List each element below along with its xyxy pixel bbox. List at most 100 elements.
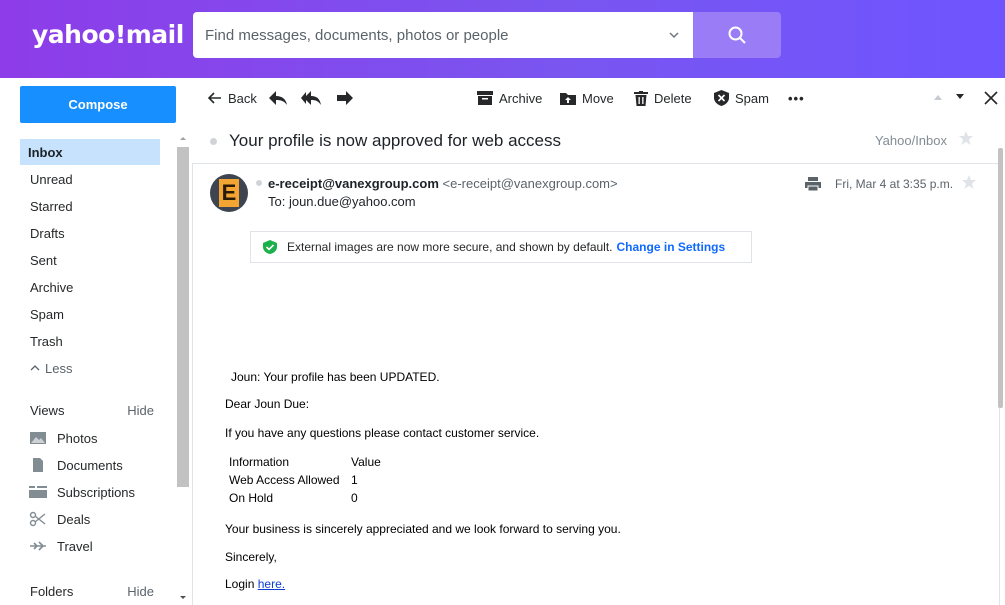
view-item-label: Documents bbox=[57, 457, 123, 473]
previous-message-icon[interactable] bbox=[932, 93, 944, 101]
archive-button[interactable]: Archive bbox=[477, 88, 542, 108]
message-scrollbar[interactable] bbox=[998, 140, 1003, 605]
sidebar-item-drafts[interactable]: Drafts bbox=[20, 220, 160, 246]
views-section-header: Views Hide bbox=[30, 400, 154, 420]
spam-button[interactable]: Spam bbox=[714, 88, 769, 108]
print-icon[interactable] bbox=[805, 177, 821, 191]
message-subject: Your profile is now approved for web acc… bbox=[229, 131, 561, 150]
change-in-settings-link[interactable]: Change in Settings bbox=[617, 240, 726, 254]
views-hide-button[interactable]: Hide bbox=[127, 403, 154, 418]
next-message-icon[interactable] bbox=[954, 93, 966, 101]
message-date: Fri, Mar 4 at 3:35 p.m. bbox=[835, 177, 954, 191]
reply-icon[interactable] bbox=[268, 90, 288, 106]
views-title: Views bbox=[30, 402, 65, 418]
back-label: Back bbox=[228, 90, 257, 106]
sidebar-item-starred[interactable]: Starred bbox=[20, 193, 160, 219]
view-item-travel[interactable]: Travel bbox=[28, 535, 93, 557]
avatar-letter: E bbox=[219, 179, 239, 207]
recipient: To: joun.due@yahoo.com bbox=[268, 194, 416, 209]
sidebar-scrollbar[interactable] bbox=[176, 133, 190, 603]
table-row: On Hold 0 bbox=[229, 491, 358, 505]
app-header: yahoo!mail bbox=[0, 0, 1005, 78]
reply-all-icon[interactable] bbox=[300, 90, 322, 106]
more-button[interactable]: ••• bbox=[788, 88, 805, 108]
table-cell: Information bbox=[229, 455, 290, 469]
compose-button[interactable]: Compose bbox=[20, 86, 176, 123]
table-cell: Value bbox=[351, 455, 381, 469]
move-label: Move bbox=[582, 90, 614, 106]
login-link[interactable]: here. bbox=[258, 577, 285, 591]
search-input[interactable] bbox=[205, 12, 655, 58]
body-headline: Joun: Your profile has been UPDATED. bbox=[231, 370, 440, 384]
sidebar: Compose Inbox Unread Starred Drafts Sent… bbox=[0, 78, 192, 605]
delete-button[interactable]: Delete bbox=[634, 88, 692, 108]
sidebar-scroll-thumb[interactable] bbox=[177, 147, 189, 487]
view-item-documents[interactable]: Documents bbox=[28, 454, 123, 476]
body-closing: Sincerely, bbox=[225, 550, 277, 564]
sidebar-item-spam[interactable]: Spam bbox=[20, 301, 160, 327]
message-scroll-thumb[interactable] bbox=[998, 148, 1003, 408]
body-greeting: Dear Joun Due: bbox=[225, 397, 310, 411]
sender-name[interactable]: e-receipt@vanexgroup.com bbox=[268, 176, 439, 191]
sidebar-item-unread[interactable]: Unread bbox=[20, 166, 160, 192]
sidebar-item-sent[interactable]: Sent bbox=[20, 247, 160, 273]
sidebar-item-archive[interactable]: Archive bbox=[20, 274, 160, 300]
sidebar-item-trash[interactable]: Trash bbox=[20, 328, 160, 354]
view-item-label: Subscriptions bbox=[57, 484, 136, 500]
sidebar-item-inbox[interactable]: Inbox bbox=[20, 139, 160, 165]
subject-row: Your profile is now approved for web acc… bbox=[192, 122, 1005, 162]
archive-label: Archive bbox=[499, 90, 543, 106]
table-row: Web Access Allowed 1 bbox=[229, 473, 358, 487]
sender-status-dot bbox=[256, 180, 262, 186]
view-item-label: Travel bbox=[57, 538, 93, 554]
shield-icon bbox=[714, 90, 729, 106]
table-cell: Web Access Allowed bbox=[229, 473, 340, 487]
deals-icon bbox=[28, 511, 48, 527]
close-icon[interactable] bbox=[984, 91, 998, 105]
folders-section-header: Folders Hide bbox=[30, 581, 154, 601]
view-item-deals[interactable]: Deals bbox=[28, 508, 90, 530]
spam-label: Spam bbox=[735, 90, 769, 106]
delete-label: Delete bbox=[654, 90, 692, 106]
table-row: Information Value bbox=[229, 455, 381, 469]
body-appreciation: Your business is sincerely appreciated a… bbox=[225, 522, 621, 536]
folders-title: Folders bbox=[30, 583, 74, 599]
folders-hide-button[interactable]: Hide bbox=[127, 584, 154, 599]
unread-dot[interactable] bbox=[210, 138, 217, 145]
back-button[interactable]: Back bbox=[208, 88, 257, 108]
subscriptions-icon bbox=[28, 484, 48, 500]
table-cell: 0 bbox=[351, 491, 358, 505]
search-box bbox=[193, 12, 693, 58]
forward-icon[interactable] bbox=[336, 90, 354, 106]
login-prefix: Login bbox=[225, 577, 255, 591]
sender-address: <e-receipt@vanexgroup.com> bbox=[442, 176, 618, 191]
external-images-notice: External images are now more secure, and… bbox=[250, 231, 752, 263]
archive-icon bbox=[477, 91, 493, 105]
chevron-down-icon[interactable] bbox=[667, 28, 681, 42]
view-item-photos[interactable]: Photos bbox=[28, 427, 97, 449]
arrow-left-icon bbox=[208, 92, 221, 104]
scroll-up-icon[interactable] bbox=[176, 133, 190, 143]
message-pane: E e-receipt@vanexgroup.com <e-receipt@va… bbox=[192, 163, 1000, 605]
search-button[interactable] bbox=[693, 12, 781, 58]
message-folder: Yahoo/Inbox bbox=[874, 133, 947, 148]
star-icon[interactable] bbox=[958, 130, 974, 146]
sender-line: e-receipt@vanexgroup.com <e-receipt@vane… bbox=[268, 176, 618, 191]
notice-text: External images are now more secure, and… bbox=[287, 240, 613, 254]
search-icon bbox=[728, 26, 746, 44]
move-icon bbox=[560, 93, 576, 105]
chevron-up-icon bbox=[30, 365, 40, 371]
scroll-down-icon[interactable] bbox=[176, 593, 190, 603]
view-item-subscriptions[interactable]: Subscriptions bbox=[28, 481, 135, 503]
move-button[interactable]: Move bbox=[560, 88, 614, 108]
table-cell: 1 bbox=[351, 473, 358, 487]
documents-icon bbox=[28, 457, 48, 473]
travel-icon bbox=[28, 538, 48, 554]
avatar[interactable]: E bbox=[210, 174, 248, 212]
less-toggle[interactable]: Less bbox=[20, 355, 160, 381]
yahoo-mail-logo[interactable]: yahoo!mail bbox=[32, 20, 184, 49]
view-item-label: Deals bbox=[57, 511, 91, 527]
star-icon[interactable] bbox=[961, 174, 977, 190]
trash-icon bbox=[634, 90, 648, 106]
less-label: Less bbox=[45, 360, 73, 376]
